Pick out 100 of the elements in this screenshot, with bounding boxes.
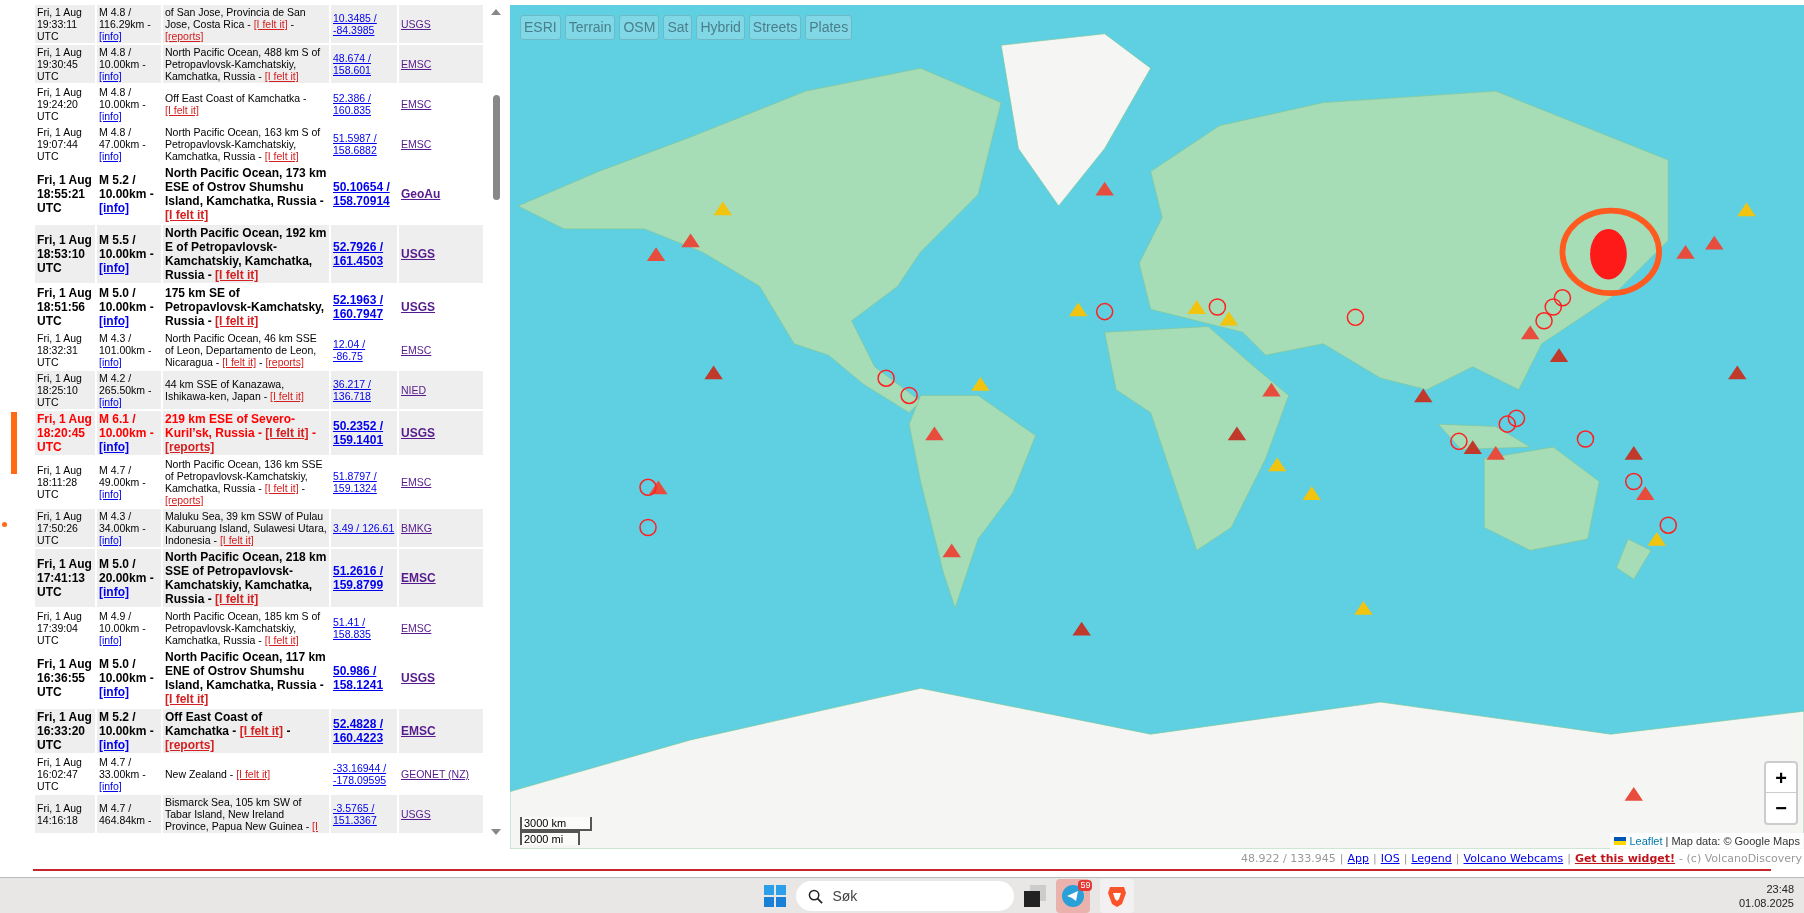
- felt-it-link[interactable]: [I felt it]: [165, 692, 209, 706]
- earthquake-marker-icon[interactable]: [1095, 302, 1114, 321]
- scrollbar-thumb[interactable]: [492, 95, 500, 200]
- telegram-taskbar-button[interactable]: 59: [1056, 878, 1091, 913]
- felt-it-link[interactable]: [I felt it]: [264, 634, 299, 646]
- volcano-marker-icon[interactable]: [1636, 486, 1655, 500]
- earthquake-marker-icon[interactable]: [639, 478, 657, 497]
- get-widget-link[interactable]: Get this widget!: [1574, 850, 1676, 868]
- earthquake-cluster-marker[interactable]: [1590, 228, 1627, 280]
- source-link[interactable]: USGS: [401, 247, 435, 261]
- volcano-marker-icon[interactable]: [646, 247, 666, 262]
- volcano-marker-icon[interactable]: [1521, 325, 1540, 340]
- volcano-marker-icon[interactable]: [1354, 600, 1373, 615]
- felt-it-link[interactable]: [I felt it]: [264, 70, 299, 82]
- felt-it-link[interactable]: [I felt it]: [215, 268, 259, 282]
- footer-link[interactable]: App: [1347, 850, 1369, 868]
- earthquake-marker-icon[interactable]: [1346, 308, 1365, 327]
- source-link[interactable]: EMSC: [401, 98, 432, 110]
- info-link[interactable]: [info]: [99, 780, 122, 792]
- earthquake-marker-icon[interactable]: [1576, 430, 1595, 448]
- leaflet-link[interactable]: Leaflet: [1629, 832, 1663, 849]
- felt-it-link[interactable]: [I: [312, 820, 318, 832]
- info-link[interactable]: [info]: [99, 261, 129, 275]
- volcano-marker-icon[interactable]: [1227, 426, 1247, 441]
- source-link[interactable]: EMSC: [401, 344, 432, 356]
- coordinates-link[interactable]: 52.386 / 160.835: [333, 92, 395, 116]
- earthquake-marker-icon[interactable]: [1498, 415, 1517, 433]
- volcano-marker-icon[interactable]: [1414, 388, 1433, 403]
- volcano-marker-icon[interactable]: [704, 365, 723, 380]
- volcano-marker-icon[interactable]: [1676, 245, 1695, 259]
- coordinates-link[interactable]: 3.49 / 126.61: [333, 522, 395, 534]
- volcano-marker-icon[interactable]: [1624, 787, 1643, 801]
- source-link[interactable]: USGS: [401, 300, 435, 314]
- coordinates-link[interactable]: 50.10654 / 158.70914: [333, 180, 395, 208]
- coordinates-link[interactable]: 10.3485 / -84.3985: [333, 12, 395, 36]
- reports-link[interactable]: [reports]: [165, 738, 215, 752]
- volcano-marker-icon[interactable]: [1463, 440, 1482, 454]
- coordinates-link[interactable]: 12.04 / -86.75: [333, 338, 395, 362]
- search-field[interactable]: Søk: [796, 880, 1015, 911]
- info-link[interactable]: [info]: [99, 30, 122, 42]
- earthquake-marker-icon[interactable]: [1535, 312, 1553, 330]
- felt-it-link[interactable]: [I felt it]: [236, 768, 271, 780]
- volcano-marker-icon[interactable]: [1072, 621, 1091, 636]
- source-link[interactable]: USGS: [401, 426, 435, 440]
- felt-it-link[interactable]: [I felt it]: [215, 592, 259, 606]
- volcano-marker-icon[interactable]: [925, 426, 944, 441]
- volcano-marker-icon[interactable]: [1268, 457, 1287, 472]
- earthquake-marker-icon[interactable]: [1624, 472, 1643, 491]
- earthquake-marker-icon[interactable]: [877, 369, 895, 387]
- footer-link[interactable]: IOS: [1380, 850, 1400, 868]
- felt-it-link[interactable]: [I felt it]: [239, 724, 284, 738]
- info-link[interactable]: [info]: [99, 534, 122, 546]
- coordinates-link[interactable]: 51.41 / 158.835: [333, 616, 395, 640]
- felt-it-link[interactable]: [I felt it]: [219, 534, 254, 546]
- source-link[interactable]: EMSC: [401, 476, 432, 488]
- earthquake-marker-icon[interactable]: [639, 518, 657, 537]
- info-link[interactable]: [info]: [99, 738, 129, 752]
- coordinates-link[interactable]: 52.1963 / 160.7947: [333, 293, 395, 321]
- footer-link[interactable]: Volcano Webcams: [1463, 850, 1564, 868]
- volcano-marker-icon[interactable]: [1737, 202, 1756, 217]
- earthquake-marker-icon[interactable]: [1450, 432, 1468, 451]
- zoom-in-button[interactable]: +: [1766, 763, 1796, 793]
- browser-taskbar-button[interactable]: [1100, 878, 1135, 913]
- info-link[interactable]: [info]: [99, 110, 122, 122]
- coordinates-link[interactable]: -3.5765 / 151.3367: [333, 802, 395, 826]
- volcano-marker-icon[interactable]: [1069, 302, 1088, 317]
- source-link[interactable]: EMSC: [401, 724, 436, 738]
- source-link[interactable]: NIED: [401, 384, 427, 396]
- volcano-marker-icon[interactable]: [942, 543, 961, 558]
- source-link[interactable]: EMSC: [401, 138, 432, 150]
- source-link[interactable]: EMSC: [401, 58, 432, 70]
- info-link[interactable]: [info]: [99, 70, 122, 82]
- felt-it-link[interactable]: [I felt it]: [264, 150, 299, 162]
- volcano-marker-icon[interactable]: [1262, 382, 1281, 397]
- coordinates-link[interactable]: 50.2352 / 159.1401: [333, 419, 395, 447]
- info-link[interactable]: [info]: [99, 150, 122, 162]
- volcano-marker-icon[interactable]: [713, 201, 732, 216]
- source-link[interactable]: EMSC: [401, 571, 436, 585]
- earthquake-marker-icon[interactable]: [1507, 409, 1526, 428]
- coordinates-link[interactable]: 48.674 / 158.601: [333, 52, 395, 76]
- info-link[interactable]: [info]: [99, 201, 129, 215]
- volcano-marker-icon[interactable]: [1187, 300, 1206, 314]
- coordinates-link[interactable]: -33.16944 / -178.09595: [333, 762, 395, 786]
- info-link[interactable]: [info]: [99, 440, 129, 454]
- source-link[interactable]: EMSC: [401, 622, 432, 634]
- earthquake-marker-icon[interactable]: [1544, 298, 1563, 316]
- source-link[interactable]: BMKG: [401, 522, 432, 534]
- zoom-out-button[interactable]: −: [1766, 793, 1796, 823]
- source-link[interactable]: GeoAu: [401, 187, 441, 201]
- felt-it-link[interactable]: [I felt it]: [165, 104, 199, 116]
- info-link[interactable]: [info]: [99, 585, 129, 599]
- reports-link[interactable]: [reports]: [165, 494, 204, 506]
- coordinates-link[interactable]: 52.7926 / 161.4503: [333, 240, 395, 268]
- felt-it-link[interactable]: [I felt it]: [222, 356, 257, 368]
- reports-link[interactable]: [reports]: [165, 440, 215, 454]
- source-link[interactable]: GEONET (NZ): [401, 768, 470, 780]
- volcano-marker-icon[interactable]: [649, 480, 668, 495]
- coordinates-link[interactable]: 51.2616 / 159.8799: [333, 564, 395, 592]
- felt-it-link[interactable]: [I felt it]: [165, 208, 209, 222]
- source-link[interactable]: USGS: [401, 808, 431, 820]
